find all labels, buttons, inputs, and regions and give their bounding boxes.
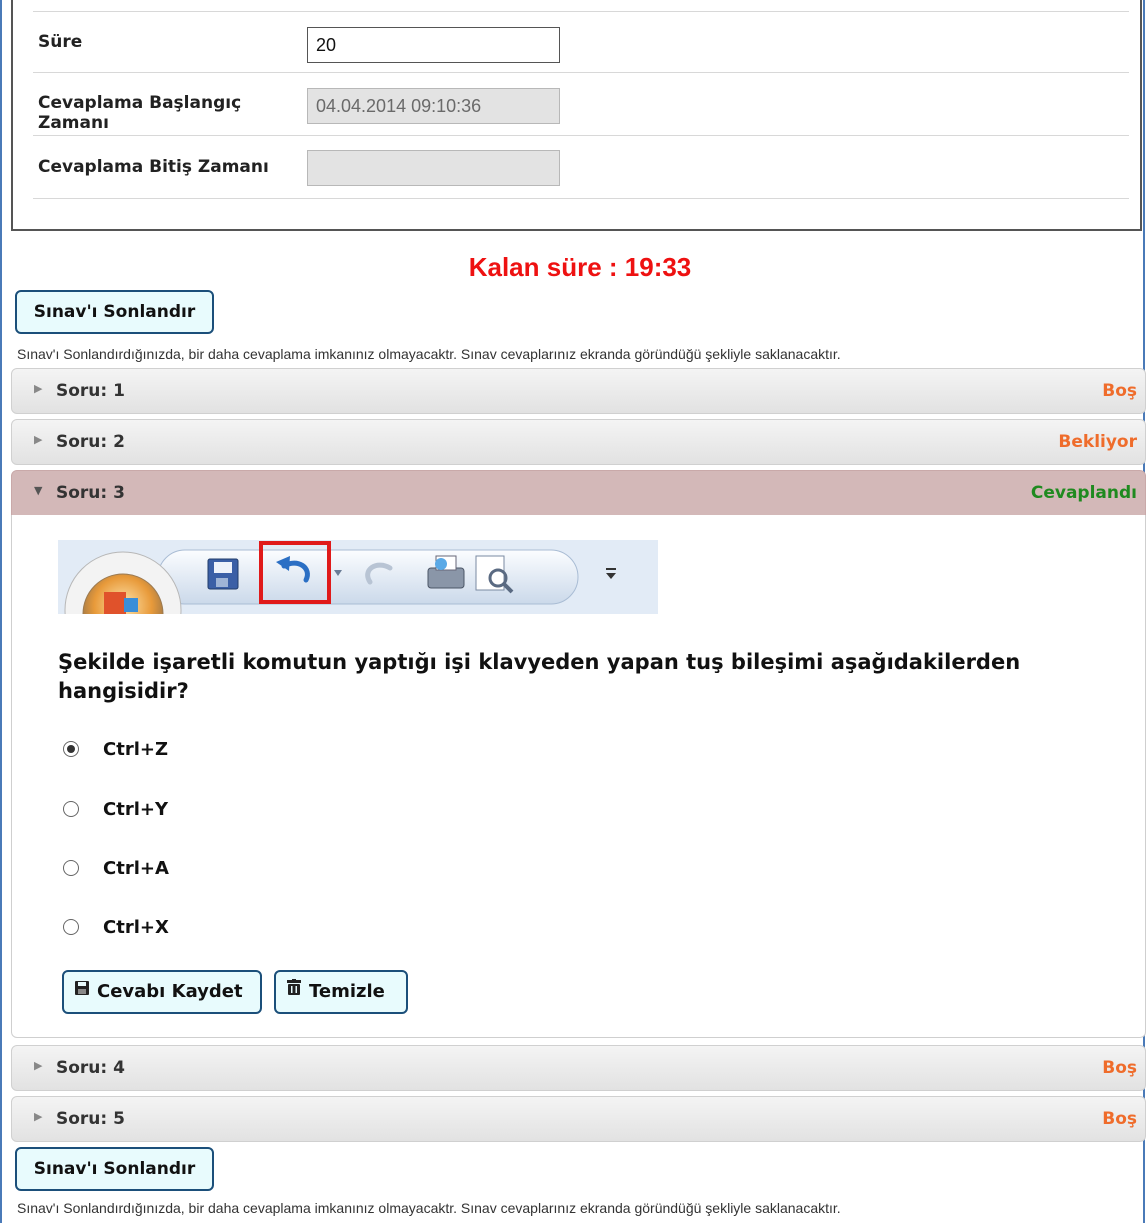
option-label: Ctrl+A — [103, 858, 169, 879]
duration-row: Süre — [33, 12, 1129, 73]
end-exam-button-top[interactable]: Sınav'ı Sonlandır — [15, 290, 214, 334]
toolbar-illustration — [58, 540, 658, 614]
option-label: Ctrl+X — [103, 917, 169, 938]
radio-icon[interactable] — [63, 801, 79, 817]
radio-icon[interactable] — [63, 860, 79, 876]
question-header-1[interactable]: ▶ Soru: 1 Boş — [11, 368, 1146, 414]
option-label: Ctrl+Y — [103, 799, 168, 820]
end-exam-notice-top: Sınav'ı Sonlandırdığınızda, bir daha cev… — [17, 346, 841, 362]
radio-selected-icon[interactable] — [63, 741, 79, 757]
save-answer-button[interactable]: Cevabı Kaydet — [62, 970, 262, 1014]
question-title: Soru: 2 — [56, 432, 125, 452]
question-text: Şekilde işaretli komutun yaptığı işi kla… — [58, 650, 1021, 703]
end-exam-notice-bottom: Sınav'ı Sonlandırdığınızda, bir daha cev… — [17, 1200, 841, 1216]
question-title: Soru: 5 — [56, 1109, 125, 1129]
start-time-input — [307, 88, 560, 124]
question-header-4[interactable]: ▶ Soru: 4 Boş — [11, 1045, 1146, 1091]
clear-answer-label: Temizle — [309, 981, 385, 1002]
question-title: Soru: 1 — [56, 381, 125, 401]
exam-info-panel: Süre Cevaplama Başlangıç Zamanı Cevaplam… — [11, 0, 1142, 231]
question-title: Soru: 3 — [56, 483, 125, 503]
end-exam-button-bottom[interactable]: Sınav'ı Sonlandır — [15, 1147, 214, 1191]
question-header-5[interactable]: ▶ Soru: 5 Boş — [11, 1096, 1146, 1142]
caret-right-icon: ▶ — [34, 1059, 43, 1072]
question-status: Bekliyor — [1058, 432, 1137, 452]
trash-icon — [287, 970, 301, 1010]
end-time-input — [307, 150, 560, 186]
radio-icon[interactable] — [63, 919, 79, 935]
question-status: Cevaplandı — [1030, 483, 1137, 503]
start-time-row: Cevaplama Başlangıç Zamanı — [33, 73, 1129, 136]
caret-right-icon: ▶ — [34, 433, 43, 446]
end-time-label: Cevaplama Bitiş Zamanı — [38, 157, 269, 177]
question-header-2[interactable]: ▶ Soru: 2 Bekliyor — [11, 419, 1146, 465]
clear-answer-button[interactable]: Temizle — [274, 970, 408, 1014]
remaining-time: Kalan süre : 19:33 — [468, 252, 692, 282]
question-status: Boş — [1102, 1109, 1137, 1129]
duration-label: Süre — [38, 32, 83, 52]
start-time-label: Cevaplama Başlangıç Zamanı — [38, 93, 242, 133]
question-body-3: Şekilde işaretli komutun yaptığı işi kla… — [11, 515, 1146, 1038]
caret-right-icon: ▶ — [34, 382, 43, 395]
question-status: Boş — [1102, 1058, 1137, 1078]
duration-input[interactable] — [307, 27, 560, 63]
question-status: Boş — [1102, 381, 1137, 401]
option-label: Ctrl+Z — [103, 739, 168, 760]
save-icon — [75, 970, 89, 1010]
save-answer-label: Cevabı Kaydet — [97, 981, 243, 1002]
question-header-3[interactable]: ▼ Soru: 3 Cevaplandı — [11, 470, 1146, 516]
caret-right-icon: ▶ — [34, 1110, 43, 1123]
quick-access-toolbar-image — [58, 540, 658, 614]
caret-down-icon: ▼ — [34, 484, 43, 497]
end-time-row: Cevaplama Bitiş Zamanı — [33, 136, 1129, 199]
question-title: Soru: 4 — [56, 1058, 125, 1078]
